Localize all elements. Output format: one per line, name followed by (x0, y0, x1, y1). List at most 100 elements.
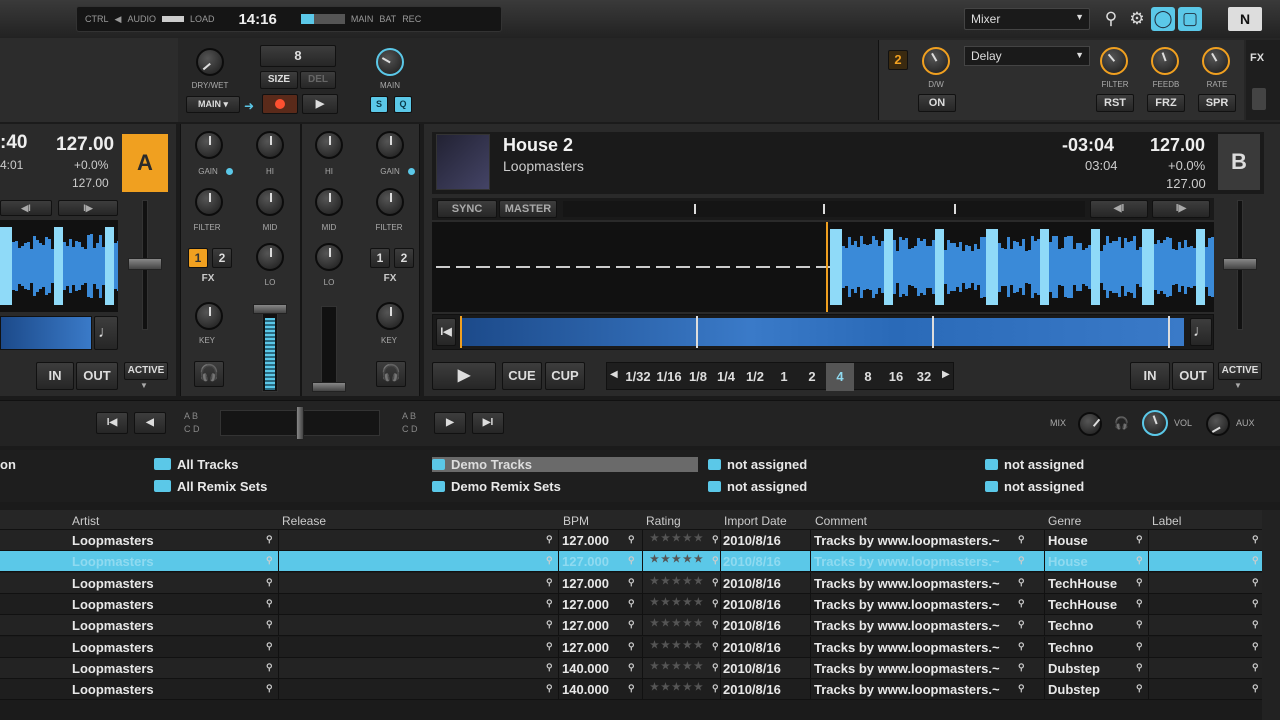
search-icon[interactable]: ⚲ (266, 619, 273, 630)
lo-knob-b[interactable] (315, 243, 343, 271)
loop-size-8[interactable]: 8 (854, 363, 882, 391)
key-knob-b[interactable] (376, 302, 404, 330)
loop-size-16[interactable]: 16 (882, 363, 910, 391)
headphone-icon[interactable]: 🎧 (194, 361, 224, 387)
search-icon[interactable]: ⚲ (266, 555, 273, 566)
mid-knob-a[interactable] (256, 188, 284, 216)
column-header-artist[interactable]: Artist (72, 514, 99, 528)
search-icon[interactable]: ⚲ (266, 641, 273, 652)
tree-item-not-assigned-3[interactable]: not assigned (985, 457, 1084, 472)
deck-b-active-button[interactable]: ACTIVE (1218, 362, 1262, 380)
main-route-select[interactable]: MAIN ▾ (186, 96, 240, 113)
table-row[interactable]: Loopmasters 127.000 2010/8/16 Tracks by www… (0, 551, 1262, 573)
search-icon[interactable]: ⚲ (1136, 598, 1143, 609)
crossfader-cap[interactable] (296, 406, 304, 440)
loop-size-1-2[interactable]: 1/2 (741, 363, 769, 391)
table-row[interactable]: Loopmasters 127.000 2010/8/16 Tracks by www… (0, 572, 1262, 594)
scrollbar[interactable] (1262, 510, 1280, 720)
spr-button[interactable]: SPR (1198, 94, 1236, 112)
search-icon[interactable]: ⚲ (1099, 7, 1123, 31)
rating-stars[interactable]: ★★★★★ (650, 533, 705, 544)
loop-size-1-16[interactable]: 1/16 (655, 363, 683, 391)
column-header-rating[interactable]: Rating (646, 514, 681, 528)
search-icon[interactable]: ⚲ (1018, 641, 1025, 652)
headphone-icon[interactable]: 🎧 (376, 361, 406, 387)
search-icon[interactable]: ⚲ (546, 683, 553, 694)
deck-a-out-button[interactable]: OUT (76, 362, 118, 390)
rating-stars[interactable]: ★★★★★ (650, 640, 705, 651)
channel-fader-b[interactable] (312, 382, 346, 392)
cue-button[interactable]: CUE (502, 362, 542, 390)
del-button[interactable]: DEL (300, 71, 336, 89)
crossfader-assign-a[interactable]: A BC D (184, 410, 200, 436)
fx-assign-1-b[interactable]: 1 (370, 248, 390, 268)
main-knob[interactable] (376, 48, 404, 76)
deck-b-beatjump-fwd[interactable]: I▶ (1152, 200, 1210, 218)
deck-b-tempo-fader-cap[interactable] (1223, 258, 1257, 270)
loop-prev-icon[interactable]: ◀ (610, 369, 618, 380)
deck-a-overview[interactable] (0, 316, 92, 350)
table-row[interactable]: Loopmasters 127.000 2010/8/16 Tracks by www… (0, 530, 1262, 551)
table-row[interactable]: Loopmasters 127.000 2010/8/16 Tracks by www… (0, 593, 1262, 615)
loop-size-32[interactable]: 32 (910, 363, 938, 391)
table-row[interactable]: Loopmasters 127.000 2010/8/16 Tracks by www… (0, 615, 1262, 637)
search-icon[interactable]: ⚲ (1252, 662, 1259, 673)
table-row[interactable]: Loopmasters 127.000 2010/8/16 Tracks by www… (0, 636, 1262, 658)
search-icon[interactable]: ⚲ (1252, 641, 1259, 652)
tree-item-demo-remix-sets[interactable]: Demo Remix Sets (432, 479, 561, 494)
tree-item-cut[interactable]: on (0, 457, 16, 472)
search-icon[interactable]: ⚲ (1252, 534, 1259, 545)
mid-knob-b[interactable] (315, 188, 343, 216)
search-icon[interactable]: ⚲ (628, 577, 635, 588)
search-icon[interactable]: ⚲ (1252, 683, 1259, 694)
search-icon[interactable]: ⚲ (628, 683, 635, 694)
loop-size-4[interactable]: 4 (826, 363, 854, 391)
column-header-genre[interactable]: Genre (1048, 514, 1081, 528)
search-icon[interactable]: ⚲ (1018, 683, 1025, 694)
search-icon[interactable]: ⚲ (712, 555, 719, 566)
feedb-knob[interactable] (1151, 47, 1179, 75)
fullscreen-icon[interactable]: ▢ (1178, 7, 1202, 31)
rating-stars[interactable]: ★★★★★ (650, 682, 705, 693)
search-icon[interactable]: ⚲ (266, 662, 273, 673)
fx-unit-number[interactable]: 2 (888, 50, 908, 70)
deck-b-note-icon[interactable]: ♩ (1190, 318, 1212, 346)
loop-next-icon[interactable]: ▶ (942, 369, 950, 380)
search-icon[interactable]: ⚲ (712, 662, 719, 673)
column-header-bpm[interactable]: BPM (563, 514, 589, 528)
search-icon[interactable]: ⚲ (1018, 534, 1025, 545)
search-icon[interactable]: ⚲ (1136, 577, 1143, 588)
deck-b-in-button[interactable]: IN (1130, 362, 1170, 390)
tree-item-all-remix-sets[interactable]: All Remix Sets (154, 479, 267, 494)
tree-item-not-assigned-2[interactable]: not assigned (708, 479, 807, 494)
drywet-knob[interactable] (196, 48, 224, 76)
loop-size-1-8[interactable]: 1/8 (684, 363, 712, 391)
deck-a-prev-icon[interactable]: ◀ (134, 412, 166, 434)
rating-stars[interactable]: ★★★★★ (650, 661, 705, 672)
search-icon[interactable]: ⚲ (546, 598, 553, 609)
search-icon[interactable]: ⚲ (628, 534, 635, 545)
loop-size-1-4[interactable]: 1/4 (712, 363, 740, 391)
column-header-label[interactable]: Label (1152, 514, 1181, 528)
search-icon[interactable]: ⚲ (628, 598, 635, 609)
hi-knob-a[interactable] (256, 131, 284, 159)
tree-item-not-assigned-1[interactable]: not assigned (708, 457, 807, 472)
search-icon[interactable]: ⚲ (1018, 555, 1025, 566)
fx-panel-toggle[interactable] (1252, 88, 1266, 110)
fx-assign-1-a[interactable]: 1 (188, 248, 208, 268)
deck-b-out-button[interactable]: OUT (1172, 362, 1214, 390)
loop-size-2[interactable]: 2 (798, 363, 826, 391)
lo-knob-a[interactable] (256, 243, 284, 271)
search-icon[interactable]: ⚲ (266, 683, 273, 694)
search-icon[interactable]: ⚲ (546, 662, 553, 673)
deck-a-tempo-fader-cap[interactable] (128, 258, 162, 270)
deck-a-active-button[interactable]: ACTIVE (124, 362, 168, 380)
search-icon[interactable]: ⚲ (712, 577, 719, 588)
deck-a-beatjump-back[interactable]: ◀I (0, 200, 52, 216)
fx-on-button[interactable]: ON (918, 94, 956, 112)
q-button[interactable]: Q (394, 96, 412, 113)
search-icon[interactable]: ⚲ (1136, 662, 1143, 673)
loop-size-1-32[interactable]: 1/32 (624, 363, 652, 391)
deck-a-in-button[interactable]: IN (36, 362, 74, 390)
search-icon[interactable]: ⚲ (1136, 555, 1143, 566)
